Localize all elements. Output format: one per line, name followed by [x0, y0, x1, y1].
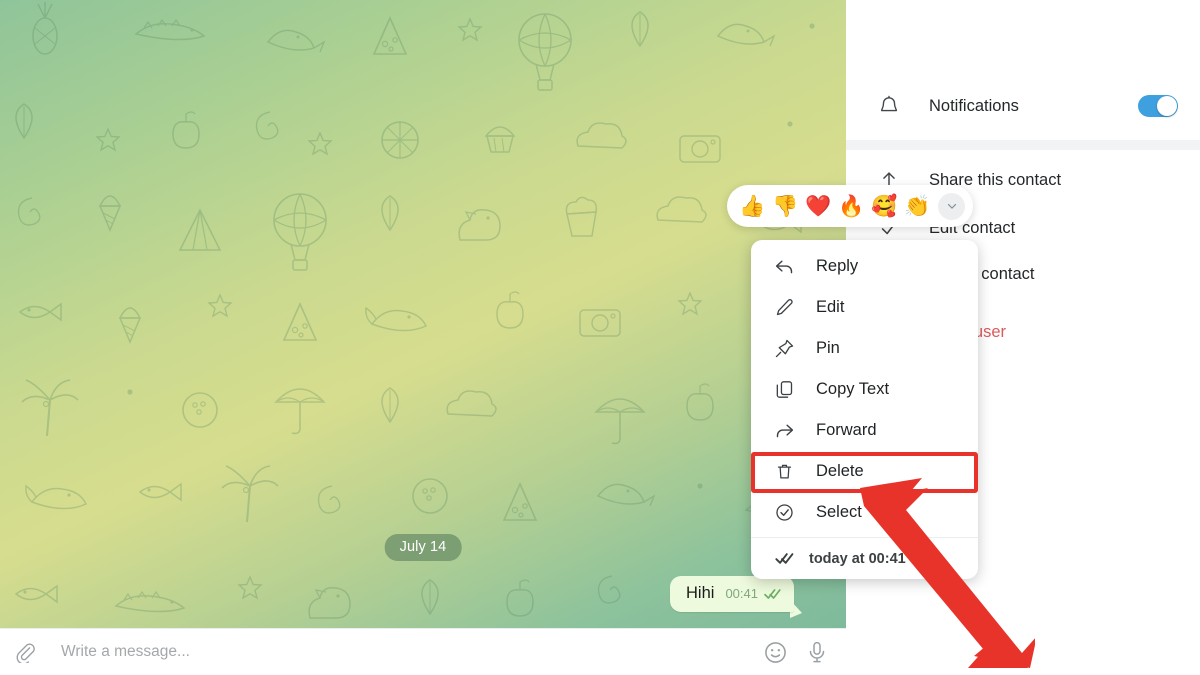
microphone-icon[interactable]	[802, 637, 832, 667]
menu-label-select: Select	[816, 503, 862, 521]
double-check-icon	[764, 588, 781, 599]
menu-footer-label: today at 00:41	[809, 550, 906, 567]
message-context-menu[interactable]: Reply Edit Pin Copy Text Forward Delete …	[751, 240, 978, 579]
check-circle-icon	[773, 502, 795, 523]
quick-reaction-bar[interactable]: 👍 👎 ❤️ 🔥 🥰 👏	[727, 185, 973, 227]
fire-reaction[interactable]: 🔥	[838, 196, 864, 217]
menu-item-edit[interactable]: Edit	[751, 287, 978, 328]
clap-reaction[interactable]: 👏	[904, 196, 930, 217]
menu-item-forward[interactable]: Forward	[751, 410, 978, 451]
toggle-knob	[1157, 96, 1177, 116]
paperclip-icon[interactable]	[10, 637, 40, 667]
menu-item-pin[interactable]: Pin	[751, 328, 978, 369]
message-bubble-outgoing[interactable]: Hihi 00:41	[670, 576, 794, 612]
notifications-label: Notifications	[929, 96, 1019, 115]
double-check-icon	[773, 552, 795, 565]
bell-icon	[876, 94, 902, 118]
message-text: Hihi	[686, 584, 715, 602]
message-input[interactable]	[40, 642, 748, 662]
menu-label-delete: Delete	[816, 462, 864, 480]
sidebar-divider	[846, 140, 1200, 150]
telegram-window: July 14 Hihi 00:41 Write a message... No…	[0, 0, 1200, 675]
heart-reaction[interactable]: ❤️	[805, 196, 831, 217]
chat-pane: July 14 Hihi 00:41	[0, 0, 846, 675]
notifications-toggle[interactable]	[1138, 95, 1178, 117]
thumbs-down-reaction[interactable]: 👎	[772, 196, 798, 217]
message-time: 00:41	[725, 586, 758, 601]
menu-item-copy-text[interactable]: Copy Text	[751, 369, 978, 410]
pencil-icon	[773, 297, 795, 318]
smiling-hearts-reaction[interactable]: 🥰	[871, 196, 897, 217]
menu-item-reply[interactable]: Reply	[751, 246, 978, 287]
trash-icon	[773, 461, 795, 482]
thumbs-up-reaction[interactable]: 👍	[739, 196, 765, 217]
message-list[interactable]: July 14 Hihi 00:41	[0, 0, 846, 628]
pin-icon	[773, 338, 795, 359]
message-composer[interactable]	[0, 628, 846, 675]
menu-label-reply: Reply	[816, 257, 859, 275]
sidebar-row-notifications[interactable]: Notifications	[846, 78, 1200, 134]
menu-label-copy-text: Copy Text	[816, 380, 890, 398]
menu-footer-timestamp: today at 00:41	[751, 537, 978, 579]
message-meta: 00:41	[725, 586, 781, 601]
menu-label-forward: Forward	[816, 421, 877, 439]
copy-icon	[773, 379, 795, 400]
menu-label-pin: Pin	[816, 339, 840, 357]
forward-icon	[773, 420, 795, 441]
smiley-icon[interactable]	[760, 637, 790, 667]
edit-contact-label: Edit contact	[929, 218, 1016, 237]
reply-icon	[773, 256, 795, 277]
menu-item-select[interactable]: Select	[751, 492, 978, 533]
menu-label-edit: Edit	[816, 298, 845, 316]
chevron-down-icon[interactable]	[938, 192, 965, 220]
share-contact-label: Share this contact	[929, 170, 1062, 189]
menu-item-delete[interactable]: Delete	[751, 451, 978, 492]
date-divider: July 14	[384, 534, 462, 561]
